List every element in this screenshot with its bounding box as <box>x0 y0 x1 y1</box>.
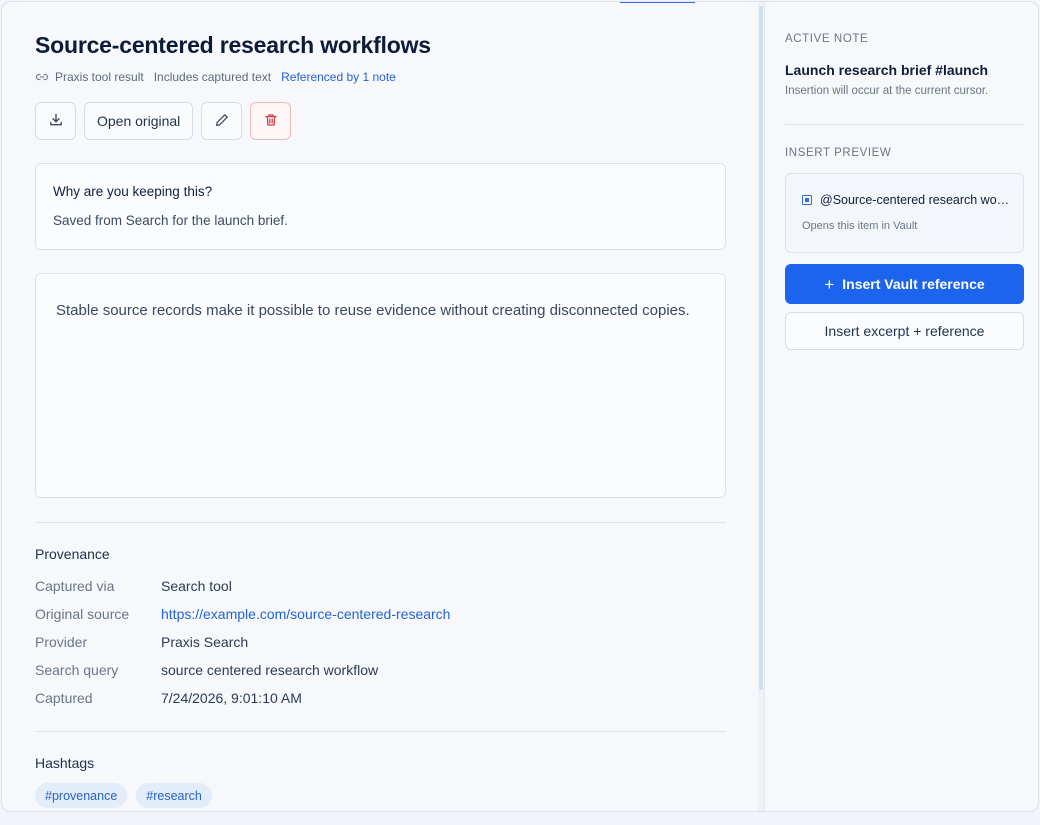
hashtag-chip[interactable]: #provenance <box>35 783 128 808</box>
provenance-value: Search tool <box>161 578 232 594</box>
why-keeping-question: Why are you keeping this? <box>53 184 213 199</box>
provenance-label: Original source <box>35 606 130 622</box>
why-keeping-card[interactable]: Why are you keeping this? Saved from Sea… <box>35 163 726 250</box>
captured-text-card[interactable]: Stable source records make it possible t… <box>35 273 726 498</box>
provenance-label: Captured via <box>35 578 115 594</box>
pencil-icon <box>214 112 230 131</box>
provenance-row: Search query source centered research wo… <box>35 662 378 678</box>
provenance-value: source centered research workflow <box>161 662 379 678</box>
captured-text: Stable source records make it possible t… <box>56 302 690 319</box>
active-note-title: Launch research brief #launch <box>785 62 989 78</box>
open-original-button[interactable]: Open original <box>84 102 194 140</box>
link-icon <box>35 70 49 84</box>
insert-preview-label: INSERT PREVIEW <box>785 147 892 159</box>
provenance-value: 7/24/2026, 9:01:10 AM <box>161 690 302 706</box>
provenance-label: Search query <box>35 662 119 678</box>
download-icon <box>48 112 64 131</box>
item-type: Praxis tool result <box>55 70 144 84</box>
active-note-label: ACTIVE NOTE <box>785 33 869 45</box>
edit-button[interactable] <box>201 102 243 140</box>
hashtag-list: #provenance #research <box>35 783 212 808</box>
insert-sidebar: ACTIVE NOTE Launch research brief #launc… <box>764 2 1038 811</box>
vault-item-panel: Source-centered research workflows Praxi… <box>1 1 1039 812</box>
plus-icon: + <box>824 274 835 294</box>
provenance-row: Provider Praxis Search <box>35 634 248 650</box>
active-note-hint: Insertion will occur at the current curs… <box>785 85 989 97</box>
reference-icon <box>802 195 812 205</box>
preview-hint: Opens this item in Vault <box>802 220 918 232</box>
item-detail: Source-centered research workflows Praxi… <box>2 2 758 811</box>
sidebar-divider <box>785 124 1024 125</box>
why-keeping-answer: Saved from Search for the launch brief. <box>53 213 288 228</box>
preview-reference: @Source-centered research workflows <box>802 193 1012 207</box>
hashtags-heading: Hashtags <box>35 755 95 771</box>
insert-vault-reference-label: Insert Vault reference <box>842 276 985 292</box>
hashtag-chip[interactable]: #research <box>136 783 212 808</box>
insert-excerpt-button[interactable]: Insert excerpt + reference <box>785 312 1024 350</box>
provenance-heading: Provenance <box>35 546 110 562</box>
delete-button[interactable] <box>250 102 292 140</box>
provenance-value: Praxis Search <box>161 634 249 650</box>
provenance-row: Captured via Search tool <box>35 578 232 594</box>
page-title: Source-centered research workflows <box>35 32 431 58</box>
referenced-by-link[interactable]: Referenced by 1 note <box>281 70 396 84</box>
scrollbar-thumb[interactable] <box>759 6 763 690</box>
provenance-row: Captured 7/24/2026, 9:01:10 AM <box>35 690 302 706</box>
item-toolbar: Open original <box>35 102 292 140</box>
section-divider <box>35 522 726 523</box>
insert-vault-reference-button[interactable]: + Insert Vault reference <box>785 264 1024 304</box>
download-button[interactable] <box>35 102 76 140</box>
insert-preview-card: @Source-centered research workflows Open… <box>785 173 1024 253</box>
captured-text-flag: Includes captured text <box>153 70 272 84</box>
section-divider <box>35 731 726 732</box>
provenance-label: Provider <box>35 634 88 650</box>
provenance-row: Original source https://example.com/sour… <box>35 606 450 622</box>
preview-reference-text: @Source-centered research workflows <box>820 193 1012 207</box>
original-source-link[interactable]: https://example.com/source-centered-rese… <box>161 606 450 622</box>
provenance-label: Captured <box>35 690 93 706</box>
item-meta: Praxis tool result Includes captured tex… <box>35 70 396 84</box>
trash-icon <box>263 112 279 131</box>
